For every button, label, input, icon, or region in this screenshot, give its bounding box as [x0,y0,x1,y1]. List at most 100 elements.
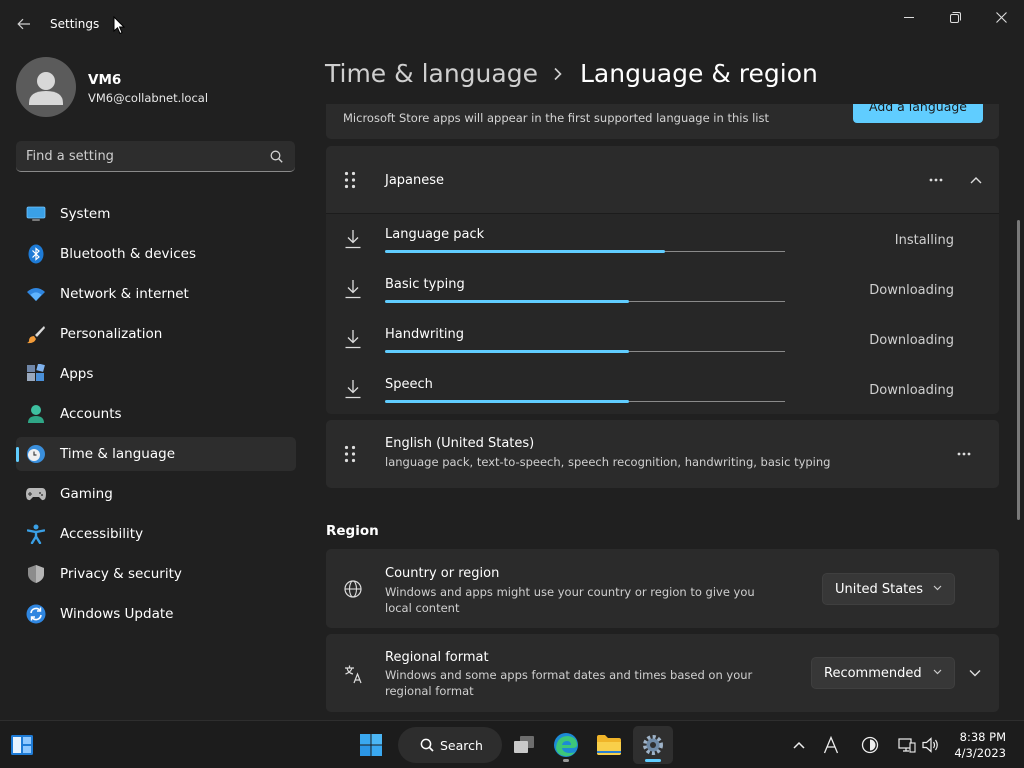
wifi-icon [25,283,47,305]
language-card-japanese: Japanese Language pack Installing Basic … [326,146,999,414]
sidebar-item-privacy[interactable]: Privacy & security [16,557,296,591]
maximize-button[interactable] [932,4,978,30]
speaker-icon [922,737,938,753]
focus-button[interactable] [858,726,882,764]
progress-fill [385,400,629,403]
sidebar-item-time-language[interactable]: Time & language [16,437,296,471]
progress-bar [385,250,785,253]
add-language-label: Add a language [868,104,967,114]
start-button[interactable] [352,726,390,764]
feature-name: Handwriting [385,327,465,342]
network-monitor-icon [898,738,916,753]
task-view-button[interactable] [506,726,542,764]
folder-icon [597,735,621,755]
regional-format-card[interactable]: Regional format Windows and some apps fo… [326,634,999,712]
sidebar-item-bluetooth[interactable]: Bluetooth & devices [16,237,296,271]
minimize-icon [904,17,914,18]
apps-icon [25,363,47,385]
progress-fill [385,350,629,353]
sidebar-item-accessibility[interactable]: Accessibility [16,517,296,551]
regional-format-title: Regional format [385,650,489,665]
sidebar-item-label: Apps [60,366,94,382]
settings-taskbar-button[interactable] [633,726,673,764]
sidebar-item-network[interactable]: Network & internet [16,277,296,311]
feature-name: Speech [385,377,433,392]
clock-time[interactable]: 8:38 PM [952,730,1006,744]
user-name: VM6 [88,72,122,88]
preferred-languages-desc: Microsoft Store apps will appear in the … [343,111,769,125]
progress-bar [385,400,785,403]
volume-button[interactable] [920,726,942,764]
restore-icon [949,11,961,23]
sidebar-item-gaming[interactable]: Gaming [16,477,296,511]
back-button[interactable] [10,12,38,36]
language-card-english[interactable]: English (United States) language pack, t… [326,420,999,488]
section-title-region: Region [326,523,379,539]
japanese-header[interactable]: Japanese [326,146,999,214]
sidebar-item-label: System [60,206,111,222]
sidebar-item-accounts[interactable]: Accounts [16,397,296,431]
more-options-button[interactable] [922,168,950,192]
regional-format-dropdown[interactable]: Recommended [811,657,955,689]
feature-row-language-pack: Language pack Installing [326,214,999,264]
expand-button[interactable] [962,661,988,685]
edge-browser-icon [554,733,578,757]
chevron-down-icon [933,585,942,591]
input-indicator-button[interactable] [820,726,842,764]
progress-bar [385,300,785,303]
sidebar-item-apps[interactable]: Apps [16,357,296,391]
preferred-languages-card: Microsoft Store apps will appear in the … [326,104,999,139]
mouse-cursor-icon [113,16,125,35]
sidebar-item-label: Accessibility [60,526,144,542]
country-region-title: Country or region [385,566,500,581]
chevron-down-icon [969,670,981,677]
brush-icon [25,323,47,345]
widgets-icon [11,735,33,755]
download-icon [345,280,361,299]
clock-date[interactable]: 4/3/2023 [948,746,1006,760]
feature-status: Installing [894,233,954,248]
country-region-dropdown[interactable]: United States [822,573,955,605]
clock-globe-icon [25,443,47,465]
edge-button[interactable] [547,726,585,764]
progress-fill [385,300,629,303]
search-input[interactable]: Find a setting [16,141,295,172]
person-placeholder-icon [29,72,63,105]
minimize-button[interactable] [886,4,932,30]
more-options-button[interactable] [950,442,978,466]
scrollbar[interactable] [1017,220,1020,520]
search-icon [270,150,283,163]
chevron-down-icon [933,669,942,675]
sidebar-item-label: Accounts [60,406,122,422]
regional-format-value: Recommended [824,665,922,681]
sidebar-item-label: Privacy & security [60,566,182,582]
more-icon [957,452,971,456]
sidebar-item-system[interactable]: System [16,197,296,231]
sidebar-item-windows-update[interactable]: Windows Update [16,597,296,631]
taskbar-search-button[interactable]: Search [398,727,502,763]
download-icon [345,380,361,399]
feature-row-handwriting: Handwriting Downloading [326,314,999,364]
sidebar-item-personalization[interactable]: Personalization [16,317,296,351]
file-explorer-button[interactable] [590,726,628,764]
format-language-icon [345,665,362,684]
chevron-up-icon [793,741,805,749]
drag-handle-icon[interactable] [344,445,356,463]
show-hidden-icons-button[interactable] [788,726,810,764]
breadcrumb-parent[interactable]: Time & language [325,59,538,88]
gamepad-icon [25,483,47,505]
collapse-button[interactable] [962,168,990,192]
add-language-button[interactable]: Add a language [853,104,983,123]
close-button[interactable] [978,4,1024,30]
sidebar-item-label: Bluetooth & devices [60,246,197,262]
network-tray-button[interactable] [896,726,918,764]
task-view-icon [514,736,534,753]
avatar[interactable] [16,57,76,117]
download-icon [345,230,361,249]
sidebar-item-label: Personalization [60,326,163,342]
drag-handle-icon[interactable] [344,171,356,189]
globe-icon [344,580,362,598]
country-region-value: United States [835,581,924,597]
feature-status: Downloading [869,383,954,398]
widgets-button[interactable] [4,726,40,764]
